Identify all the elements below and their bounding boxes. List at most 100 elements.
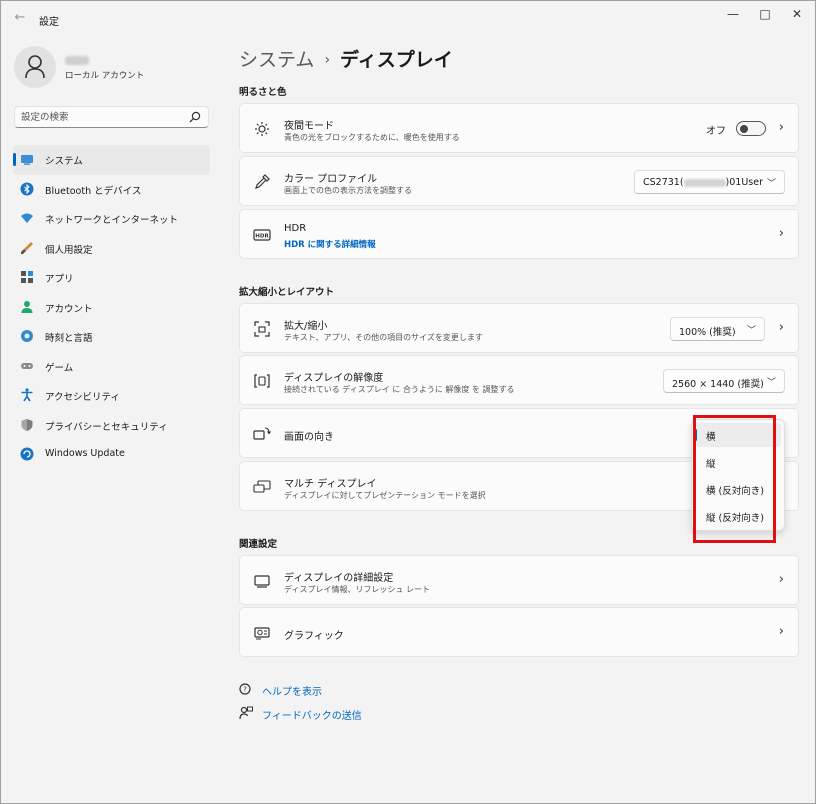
avatar[interactable] bbox=[14, 46, 56, 88]
chevron-right-icon[interactable]: › bbox=[779, 120, 784, 135]
eyedropper-icon bbox=[255, 174, 270, 189]
dropdown-value: 2560 × 1440 (推奨) bbox=[672, 379, 764, 390]
breadcrumb-parent[interactable]: システム bbox=[239, 49, 314, 71]
sidebar-nav: システム Bluetooth とデバイス ネットワークとインターネット 個人用設… bbox=[13, 145, 210, 470]
card-description: テキスト、アプリ、その他の項目のサイズを変更します bbox=[284, 333, 483, 342]
sidebar-item-label: アプリ bbox=[45, 274, 74, 285]
help-link-label[interactable]: ヘルプを表示 bbox=[262, 683, 322, 698]
sidebar-item-label: ネットワークとインターネット bbox=[45, 215, 179, 226]
chevron-down-icon: ﹀ bbox=[746, 326, 756, 336]
highlight-annotation-box bbox=[693, 415, 776, 543]
update-icon bbox=[20, 447, 34, 461]
search-input[interactable] bbox=[21, 110, 181, 125]
redacted-text bbox=[683, 178, 726, 187]
account-type: ローカル アカウント bbox=[65, 71, 145, 81]
minimize-button[interactable]: — bbox=[719, 5, 747, 23]
brightness-icon bbox=[255, 122, 269, 136]
sidebar-item-system[interactable]: システム bbox=[13, 145, 210, 175]
scale-dropdown[interactable]: 100% (推奨) ﹀ bbox=[670, 317, 765, 341]
card-title: 夜間モード bbox=[284, 121, 334, 132]
gamepad-icon bbox=[21, 362, 33, 369]
sidebar-item-personalization[interactable]: 個人用設定 bbox=[13, 234, 210, 264]
sidebar-item-label: Bluetooth とデバイス bbox=[45, 185, 142, 197]
section-scale-layout: 拡大縮小とレイアウト bbox=[239, 287, 335, 298]
toggle-state-label: オフ bbox=[706, 126, 726, 137]
sidebar-item-label: 個人用設定 bbox=[45, 244, 93, 256]
sidebar-item-label: プライバシーとセキュリティ bbox=[45, 421, 168, 433]
sidebar-item-accounts[interactable]: アカウント bbox=[13, 293, 210, 323]
sidebar-item-gaming[interactable]: ゲーム bbox=[13, 352, 210, 382]
sidebar-item-label: システム bbox=[45, 156, 83, 167]
chevron-right-icon[interactable]: › bbox=[779, 226, 784, 241]
svg-text:?: ? bbox=[243, 686, 247, 694]
color-profile-card: カラー プロファイル 画面上での色の表示方法を調整する CS2731()01Us… bbox=[239, 156, 799, 206]
sidebar-item-windows-update[interactable]: Windows Update bbox=[13, 440, 210, 470]
card-title: マルチ ディスプレイ bbox=[284, 479, 377, 490]
advanced-display-card[interactable]: ディスプレイの詳細設定 ディスプレイ情報、リフレッシュ レート › bbox=[239, 555, 799, 605]
sidebar-item-accessibility[interactable]: アクセシビリティ bbox=[13, 381, 210, 411]
section-related-settings: 関連設定 bbox=[239, 539, 278, 550]
resolution-card: ディスプレイの解像度 接続されている ディスプレイ に 合うように 解像度 を … bbox=[239, 355, 799, 405]
card-title: カラー プロファイル bbox=[284, 174, 378, 185]
chevron-right-icon[interactable]: › bbox=[779, 320, 784, 335]
night-light-toggle[interactable] bbox=[736, 121, 766, 136]
graphics-card[interactable]: グラフィック › bbox=[239, 607, 799, 657]
title-bar: ← 設定 — □ ✕ bbox=[1, 1, 815, 35]
search-icon[interactable] bbox=[189, 111, 201, 123]
globe-icon bbox=[21, 330, 33, 342]
maximize-button[interactable]: □ bbox=[751, 5, 779, 23]
card-title: グラフィック bbox=[284, 631, 344, 642]
feedback-icon bbox=[239, 706, 253, 720]
card-title: ディスプレイの詳細設定 bbox=[284, 573, 394, 584]
bluetooth-icon bbox=[20, 182, 34, 195]
page-title: ディスプレイ bbox=[340, 49, 453, 71]
user-name-redacted bbox=[65, 56, 89, 65]
sidebar-item-privacy[interactable]: プライバシーとセキュリティ bbox=[13, 411, 210, 441]
settings-window: ← 設定 — □ ✕ ローカル アカウント システム bbox=[0, 0, 816, 804]
accessibility-icon bbox=[21, 388, 33, 402]
system-icon bbox=[21, 155, 33, 165]
breadcrumb: システム › ディスプレイ bbox=[239, 45, 453, 72]
card-title: ディスプレイの解像度 bbox=[284, 373, 384, 384]
card-description: 青色の光をブロックするために、暖色を使用する bbox=[284, 133, 460, 142]
resolution-dropdown[interactable]: 2560 × 1440 (推奨) ﹀ bbox=[663, 369, 785, 393]
orientation-icon bbox=[253, 427, 271, 440]
chevron-right-icon[interactable]: › bbox=[779, 572, 784, 587]
monitor-icon bbox=[254, 575, 270, 588]
section-brightness-color: 明るさと色 bbox=[239, 87, 287, 98]
close-button[interactable]: ✕ bbox=[783, 5, 811, 23]
night-light-card[interactable]: 夜間モード 青色の光をブロックするために、暖色を使用する オフ › bbox=[239, 103, 799, 153]
sidebar-item-time-language[interactable]: 時刻と言語 bbox=[13, 322, 210, 352]
dropdown-value: CS2731()01User bbox=[643, 177, 763, 188]
sidebar-item-label: Windows Update bbox=[45, 448, 125, 459]
chevron-down-icon: ﹀ bbox=[766, 378, 776, 388]
feedback-link-label[interactable]: フィードバックの送信 bbox=[262, 707, 362, 722]
sidebar-item-label: アカウント bbox=[45, 303, 93, 315]
back-icon[interactable]: ← bbox=[11, 9, 29, 27]
sidebar-item-label: ゲーム bbox=[45, 362, 74, 374]
card-description: 画面上での色の表示方法を調整する bbox=[284, 186, 412, 195]
sidebar-item-bluetooth[interactable]: Bluetooth とデバイス bbox=[13, 175, 210, 205]
chevron-down-icon: ﹀ bbox=[766, 179, 776, 189]
color-profile-dropdown[interactable]: CS2731()01User ﹀ bbox=[634, 170, 785, 194]
dropdown-value: 100% (推奨) bbox=[679, 327, 736, 338]
scale-card[interactable]: 拡大/縮小 テキスト、アプリ、その他の項目のサイズを変更します 100% (推奨… bbox=[239, 303, 799, 353]
chevron-right-icon[interactable]: › bbox=[779, 624, 784, 639]
app-title: 設定 bbox=[39, 17, 59, 28]
hdr-info-link[interactable]: HDR に関する詳細情報 bbox=[284, 238, 376, 250]
account-icon bbox=[21, 300, 33, 313]
search-box[interactable] bbox=[14, 106, 209, 128]
shield-icon bbox=[21, 418, 33, 431]
brush-icon bbox=[21, 241, 33, 254]
scale-icon bbox=[254, 321, 270, 337]
sidebar-item-network[interactable]: ネットワークとインターネット bbox=[13, 204, 210, 234]
user-icon bbox=[25, 55, 45, 79]
multi-display-icon bbox=[253, 480, 271, 493]
sidebar-item-apps[interactable]: アプリ bbox=[13, 263, 210, 293]
card-description: 接続されている ディスプレイ に 合うように 解像度 を 調整する bbox=[284, 385, 515, 394]
breadcrumb-separator: › bbox=[324, 52, 331, 68]
network-icon bbox=[21, 213, 33, 223]
card-title: 画面の向き bbox=[284, 432, 334, 443]
hdr-card[interactable]: HDR HDR HDR に関する詳細情報 › bbox=[239, 209, 799, 259]
card-description: ディスプレイ情報、リフレッシュ レート bbox=[284, 585, 430, 594]
